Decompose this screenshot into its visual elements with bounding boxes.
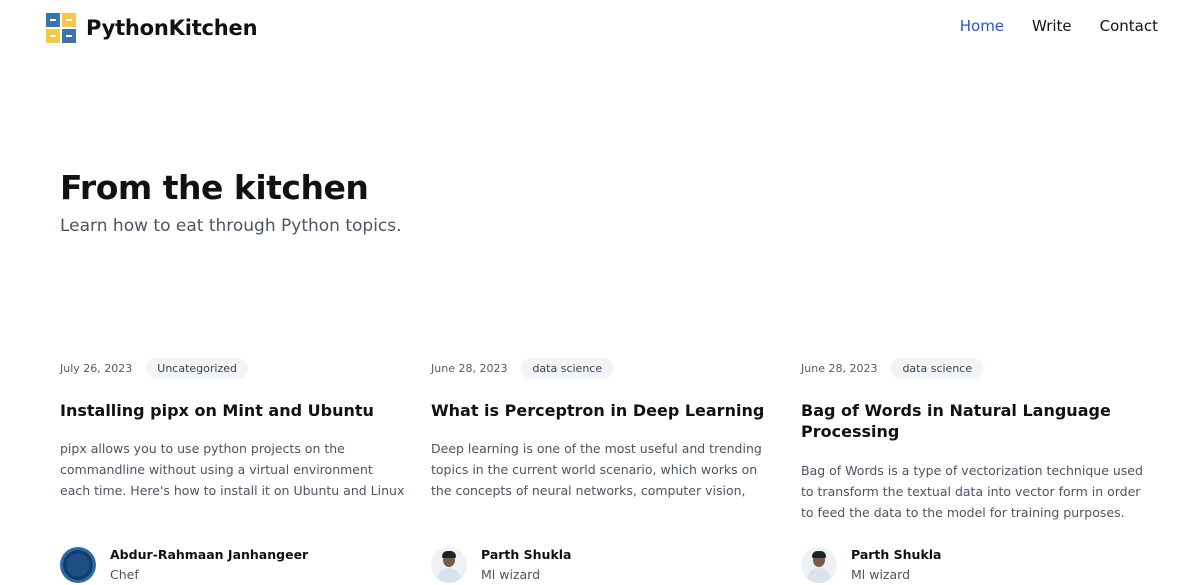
author-name: Parth Shukla [481, 547, 572, 562]
author-role: Chef [110, 567, 139, 582]
post-card[interactable]: June 28, 2023 data science Bag of Words … [801, 356, 1146, 523]
post-excerpt: Deep learning is one of the most useful … [431, 441, 762, 498]
nav-home-link[interactable]: Home [960, 17, 1004, 35]
post-excerpt: pipx allows you to use python projects o… [60, 441, 405, 498]
post-meta: July 26, 2023 Uncategorized [60, 356, 405, 380]
nav-write-link[interactable]: Write [1032, 17, 1072, 35]
nav-contact-link[interactable]: Contact [1100, 17, 1158, 35]
site-header: PythonKitchen Home Write Contact [0, 0, 1200, 56]
post-title[interactable]: Installing pipx on Mint and Ubuntu [60, 400, 405, 421]
post-author[interactable]: Parth Shukla Ml wizard [801, 547, 942, 583]
brand-name[interactable]: PythonKitchen [86, 16, 258, 40]
author-info: Parth Shukla Ml wizard [851, 547, 942, 582]
author-name: Parth Shukla [851, 547, 942, 562]
post-meta: June 28, 2023 data science [801, 356, 1146, 380]
author-name: Abdur-Rahmaan Janhangeer [110, 547, 309, 562]
author-role: Ml wizard [851, 567, 911, 582]
author-info: Parth Shukla Ml wizard [481, 547, 572, 582]
post-category-badge[interactable]: Uncategorized [146, 357, 248, 379]
post-meta: June 28, 2023 data science [431, 356, 776, 380]
post-date: June 28, 2023 [801, 361, 878, 375]
post-title[interactable]: What is Perceptron in Deep Learning [431, 400, 776, 421]
post-author[interactable]: Abdur-Rahmaan Janhangeer Chef [60, 547, 308, 583]
author-avatar [431, 547, 467, 583]
author-avatar [60, 547, 96, 583]
post-title[interactable]: Bag of Words in Natural Language Process… [801, 400, 1146, 442]
post-date: June 28, 2023 [431, 361, 508, 375]
post-category-badge[interactable]: data science [891, 357, 984, 379]
post-date: July 26, 2023 [60, 361, 133, 375]
brand-link[interactable]: PythonKitchen [46, 12, 258, 44]
python-kitchen-logo-icon [46, 13, 76, 43]
hero-title: From the kitchen [60, 168, 369, 207]
post-card[interactable]: June 28, 2023 data science What is Perce… [431, 356, 776, 501]
main-nav: Home Write Contact [960, 17, 1158, 35]
author-avatar [801, 547, 837, 583]
post-category-badge[interactable]: data science [521, 357, 614, 379]
post-author[interactable]: Parth Shukla Ml wizard [431, 547, 572, 583]
author-info: Abdur-Rahmaan Janhangeer Chef [110, 547, 308, 582]
author-role: Ml wizard [481, 567, 541, 582]
post-excerpt: Bag of Words is a type of vectorization … [801, 463, 1143, 520]
post-card[interactable]: July 26, 2023 Uncategorized Installing p… [60, 356, 405, 501]
hero-subtitle: Learn how to eat through Python topics. [60, 216, 402, 236]
